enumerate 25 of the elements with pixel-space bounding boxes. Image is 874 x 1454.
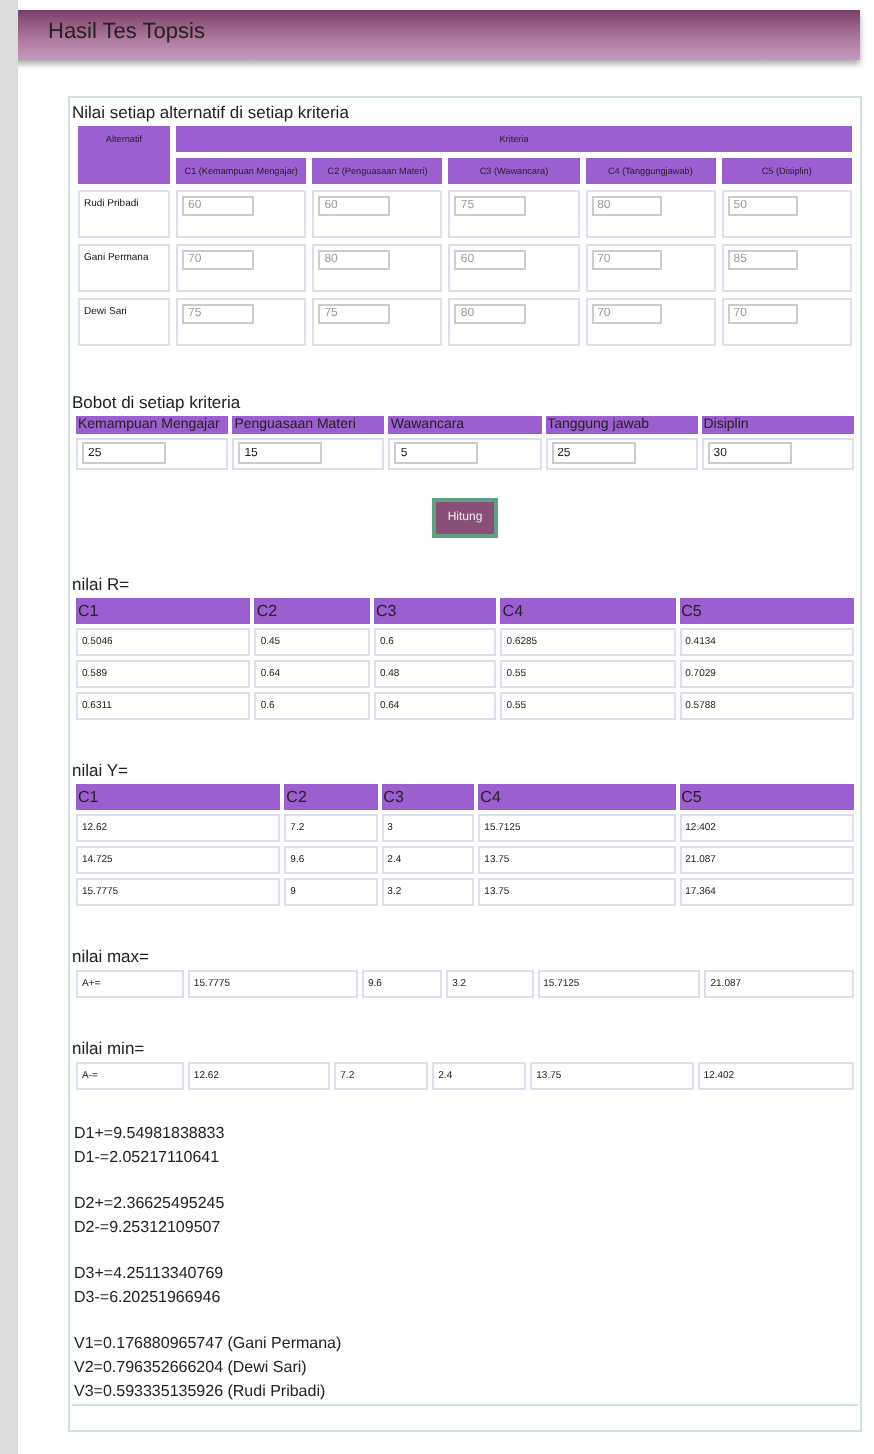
section-caption: Bobot di setiap kriteria: [72, 392, 243, 414]
column-header: C3: [373, 598, 497, 624]
column-header: C2: [284, 784, 378, 810]
result-line: D3+=4.25113340769: [74, 1262, 226, 1286]
section-caption: nilai min=: [72, 1038, 147, 1060]
result-line: D2+=2.36625495245: [74, 1192, 227, 1216]
column-header: C5: [679, 598, 854, 624]
result-line: D3-=6.20251966946: [74, 1286, 223, 1310]
column-header: C1: [76, 598, 251, 624]
column-header: C4: [478, 784, 676, 810]
result-line: V1=0.176880965747 (Gani Permana): [74, 1332, 344, 1356]
section-caption: nilai max=: [72, 946, 152, 968]
section-caption: nilai Y=: [72, 760, 130, 782]
result-line: D1-=2.05217110641: [74, 1146, 222, 1170]
column-header: C2: [254, 598, 370, 624]
column-header: C4: [500, 598, 676, 624]
column-header: C1: [76, 784, 281, 810]
column-header: C5: [679, 784, 854, 810]
result-line: D2-=9.25312109507: [74, 1216, 223, 1240]
section-caption: Nilai setiap alternatif di setiap kriteria: [72, 102, 351, 124]
column-header: C3: [381, 784, 475, 810]
result-line: V3=0.593335135926 (Rudi Pribadi): [74, 1380, 328, 1404]
section-caption: nilai R=: [72, 574, 132, 596]
result-line: D1+=9.54981838833: [74, 1122, 227, 1146]
result-line: V2=0.796352666204 (Dewi Sari): [74, 1356, 309, 1380]
